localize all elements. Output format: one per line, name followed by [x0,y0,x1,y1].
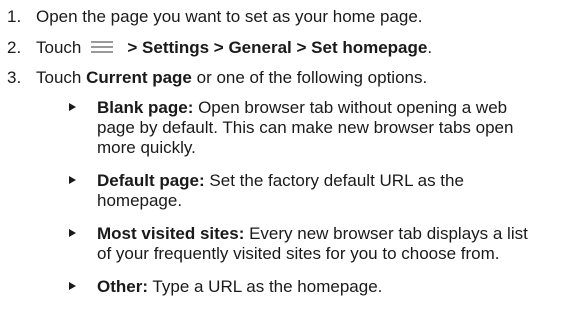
step-number: 1. [7,7,22,26]
bullet-arrow-icon [69,103,76,111]
step-text: Touch Current page or one of the followi… [36,68,427,88]
step-suffix: or one of the following options. [191,68,428,87]
bullet-arrow-icon [69,176,76,184]
option-label: Other: [97,277,148,296]
menu-path: > Settings > General > Set homepage [127,38,428,57]
current-page-label: Current page [86,68,192,87]
step-number: 3. [7,68,22,87]
step-prefix: Touch [36,38,82,57]
step-suffix: . [427,38,433,57]
option-text: Most visited sites: Every new browser ta… [97,224,528,263]
step-text: Touch > Settings > General > Set homepage… [36,38,432,58]
instruction-document: 1. Open the page you want to set as your… [0,0,578,314]
option-label: Most visited sites: [97,224,245,243]
option-label: Blank page: [97,98,194,117]
menu-icon [91,40,114,54]
bullet-arrow-icon [69,282,76,290]
step-prefix: Touch [36,68,87,87]
option-label: Default page: [97,171,205,190]
option-text: Blank page: Open browser tab without ope… [97,98,514,157]
step-text: Open the page you want to set as your ho… [36,7,423,26]
option-text: Other: Type a URL as the homepage. [97,277,383,296]
bullet-arrow-icon [69,229,76,237]
option-text: Default page: Set the factory default UR… [97,171,464,210]
step-number: 2. [7,38,22,57]
